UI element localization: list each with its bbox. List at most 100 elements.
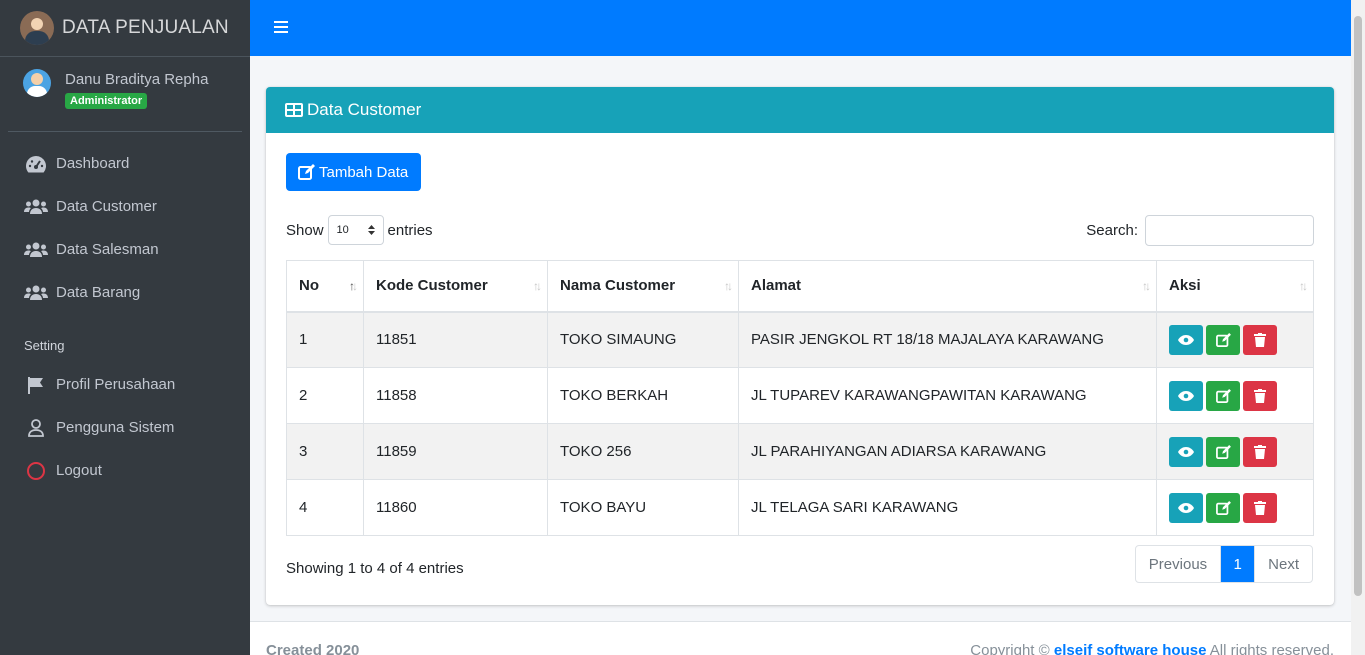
- footer: Created 2020 Copyright © elseif software…: [250, 621, 1351, 655]
- sidebar-item-label: Profil Perusahaan: [56, 376, 176, 393]
- cell-kode: 11851: [363, 311, 548, 368]
- col-aksi[interactable]: Aksi ↑↓: [1156, 260, 1314, 313]
- view-button[interactable]: [1169, 437, 1203, 467]
- role-badge: Administrator: [65, 93, 148, 109]
- page-length-select[interactable]: 10: [327, 215, 384, 245]
- flag-icon: [24, 375, 48, 395]
- delete-button[interactable]: [1243, 381, 1277, 411]
- sidebar-item-label: Logout: [56, 462, 102, 479]
- footer-created: Created 2020: [266, 642, 360, 655]
- menu-toggle-icon[interactable]: [274, 21, 288, 35]
- table-row: 2 11858 TOKO BERKAH JL TUPAREV KARAWANGP…: [286, 367, 1314, 424]
- sidebar-item-profil-perusahaan[interactable]: Profil Perusahaan: [0, 363, 250, 406]
- company-link[interactable]: elseif software house: [1054, 642, 1207, 655]
- data-customer-card: Data Customer Tambah Data Show 10 entrie…: [266, 87, 1334, 605]
- users-icon: [24, 240, 48, 260]
- view-button[interactable]: [1169, 493, 1203, 523]
- eye-icon: [1178, 447, 1194, 457]
- next-page-button[interactable]: Next: [1254, 546, 1312, 582]
- top-navbar: [250, 0, 1351, 56]
- user-avatar-icon: [23, 69, 51, 97]
- cell-no: 1: [286, 311, 364, 368]
- edit-button[interactable]: [1206, 325, 1240, 356]
- edit-button[interactable]: [1206, 381, 1240, 411]
- table-row: 3 11859 TOKO 256 JL PARAHIYANGAN ADIARSA…: [286, 423, 1314, 480]
- edit-icon: [1215, 445, 1231, 459]
- page-1-button[interactable]: 1: [1220, 546, 1255, 582]
- delete-button[interactable]: [1243, 437, 1277, 467]
- delete-button[interactable]: [1243, 493, 1277, 523]
- tachometer-icon: [24, 154, 48, 174]
- sidebar-item-pengguna-sistem[interactable]: Pengguna Sistem: [0, 406, 250, 449]
- cell-nama: TOKO BAYU: [547, 479, 739, 536]
- edit-icon: [298, 164, 315, 180]
- sidebar: DATA PENJUALAN Danu Braditya Repha Admin…: [0, 0, 250, 655]
- sidebar-item-label: Data Customer: [56, 198, 157, 215]
- tambah-data-button[interactable]: Tambah Data: [286, 153, 422, 191]
- edit-button[interactable]: [1206, 493, 1240, 523]
- circle-icon: [24, 461, 48, 481]
- cell-aksi: [1156, 311, 1314, 368]
- user-panel: Danu Braditya Repha Administrator: [8, 57, 242, 132]
- cell-alamat: JL PARAHIYANGAN ADIARSA KARAWANG: [738, 423, 1157, 480]
- card-title: Data Customer: [307, 100, 422, 119]
- table-icon: [285, 103, 303, 117]
- select-arrows-icon: [367, 225, 375, 235]
- brand-link[interactable]: DATA PENJUALAN: [0, 0, 250, 57]
- sidebar-item-data-customer[interactable]: Data Customer: [0, 185, 250, 228]
- sort-icon: ↑↓: [533, 279, 542, 293]
- sidebar-item-label: Dashboard: [56, 155, 130, 172]
- edit-button[interactable]: [1206, 437, 1240, 467]
- col-nama-customer[interactable]: Nama Customer ↑↓: [547, 260, 739, 313]
- edit-icon: [1215, 333, 1231, 348]
- col-no[interactable]: No ↑↓: [286, 260, 364, 313]
- col-kode-customer[interactable]: Kode Customer ↑↓: [363, 260, 548, 313]
- sort-icon: ↑↓: [724, 279, 733, 293]
- sidebar-item-data-salesman[interactable]: Data Salesman: [0, 228, 250, 271]
- table-header-row: No ↑↓ Kode Customer ↑↓ Nama Customer ↑↓ Ala…: [286, 260, 1314, 313]
- nav-header-setting: Setting: [24, 338, 65, 353]
- view-button[interactable]: [1169, 325, 1203, 356]
- previous-page-button[interactable]: Previous: [1136, 546, 1220, 582]
- sidebar-item-label: Data Barang: [56, 284, 141, 301]
- cell-kode: 11858: [363, 367, 548, 424]
- cell-aksi: [1156, 367, 1314, 424]
- view-button[interactable]: [1169, 381, 1203, 411]
- edit-icon: [1215, 389, 1231, 403]
- col-alamat[interactable]: Alamat ↑↓: [738, 260, 1157, 313]
- sort-asc-icon: ↑↓: [349, 279, 358, 293]
- page-length-value: 10: [336, 224, 349, 236]
- trash-icon: [1254, 445, 1266, 459]
- sidebar-item-label: Data Salesman: [56, 241, 159, 258]
- eye-icon: [1178, 391, 1194, 401]
- cell-no: 4: [286, 479, 364, 536]
- eye-icon: [1178, 335, 1194, 346]
- entries-label: entries: [387, 221, 433, 239]
- sidebar-item-logout[interactable]: Logout: [0, 449, 250, 492]
- rights-text: All rights reserved.: [1209, 642, 1334, 655]
- sidebar-item-label: Pengguna Sistem: [56, 419, 175, 436]
- brand-logo-icon: [20, 11, 54, 45]
- page-scrollbar[interactable]: [1351, 0, 1365, 655]
- cell-nama: TOKO BERKAH: [547, 367, 739, 424]
- customer-table: No ↑↓ Kode Customer ↑↓ Nama Customer ↑↓ Ala…: [286, 260, 1314, 536]
- user-name[interactable]: Danu Braditya Repha: [65, 71, 208, 88]
- entries-length: Show 10 entries: [286, 215, 433, 245]
- scrollbar-thumb[interactable]: [1354, 16, 1362, 596]
- search-input[interactable]: [1145, 215, 1314, 246]
- edit-icon: [1215, 501, 1231, 515]
- pagination: Previous 1 Next: [1134, 545, 1313, 583]
- trash-icon: [1254, 333, 1266, 348]
- card-header: Data Customer: [266, 87, 1334, 133]
- eye-icon: [1178, 503, 1194, 513]
- cell-aksi: [1156, 423, 1314, 480]
- user-icon: [24, 418, 48, 438]
- sidebar-item-data-barang[interactable]: Data Barang: [0, 271, 250, 314]
- cell-nama: TOKO 256: [547, 423, 739, 480]
- footer-copyright: Copyright © elseif software house All ri…: [970, 642, 1334, 655]
- sidebar-item-dashboard[interactable]: Dashboard: [0, 142, 250, 185]
- cell-aksi: [1156, 479, 1314, 536]
- cell-no: 2: [286, 367, 364, 424]
- table-row: 4 11860 TOKO BAYU JL TELAGA SARI KARAWAN…: [286, 479, 1314, 536]
- delete-button[interactable]: [1243, 325, 1277, 356]
